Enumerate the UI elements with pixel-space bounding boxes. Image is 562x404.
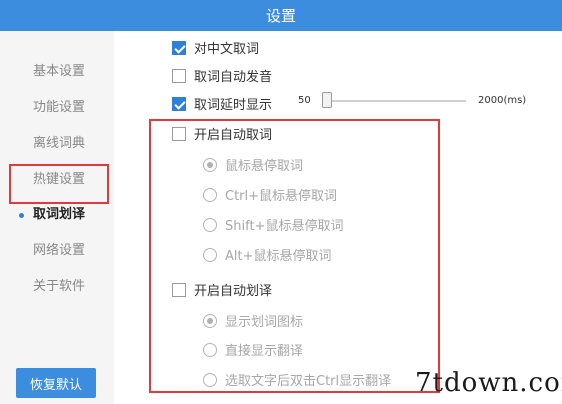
restore-defaults-button[interactable]: 恢复默认 bbox=[16, 368, 96, 398]
delay-slider-thumb[interactable] bbox=[322, 92, 332, 108]
translate-mode-direct-label: 直接显示翻译 bbox=[225, 344, 304, 359]
auto-translate-checkbox[interactable] bbox=[172, 282, 186, 297]
window-title-bar: 设置 bbox=[0, 0, 562, 31]
auto-pronounce-label: 取词自动发音 bbox=[194, 70, 273, 85]
delay-display-checkbox[interactable] bbox=[172, 96, 186, 111]
capture-mode-ctrl-hover[interactable]: Ctrl+鼠标悬停取词 bbox=[203, 185, 337, 204]
auto-translate-label: 开启自动划译 bbox=[194, 284, 273, 299]
delay-display-label: 取词延时显示 bbox=[194, 98, 273, 113]
delay-slider-track[interactable] bbox=[328, 100, 466, 102]
auto-pronounce-option[interactable]: 取词自动发音 bbox=[172, 66, 272, 85]
chinese-capture-checkbox[interactable] bbox=[172, 40, 186, 55]
capture-mode-alt-hover-label: Alt+鼠标悬停取词 bbox=[225, 249, 332, 264]
capture-mode-alt-hover[interactable]: Alt+鼠标悬停取词 bbox=[203, 245, 332, 264]
capture-mode-ctrl-hover-label: Ctrl+鼠标悬停取词 bbox=[225, 189, 338, 204]
translate-mode-icon[interactable]: 显示划词图标 bbox=[203, 311, 303, 330]
translate-mode-double-ctrl-label: 选取文字后双击Ctrl显示翻译 bbox=[225, 374, 392, 389]
sidebar-item-offline-dict[interactable]: 离线词典 bbox=[0, 134, 114, 154]
translate-mode-icon-radio[interactable] bbox=[203, 313, 217, 328]
chinese-capture-option[interactable]: 对中文取词 bbox=[172, 38, 259, 57]
sidebar-item-basic[interactable]: 基本设置 bbox=[0, 62, 114, 82]
capture-mode-hover-label: 鼠标悬停取词 bbox=[225, 159, 304, 174]
auto-pronounce-checkbox[interactable] bbox=[172, 68, 186, 83]
auto-capture-label: 开启自动取词 bbox=[194, 128, 273, 143]
capture-mode-ctrl-hover-radio[interactable] bbox=[203, 187, 217, 202]
capture-mode-shift-hover-radio[interactable] bbox=[203, 217, 217, 232]
site-watermark: 7tdown.com bbox=[415, 368, 562, 398]
settings-sidebar: 基本设置 功能设置 离线词典 热键设置 取词划译 网络设置 关于软件 恢复默认 bbox=[0, 31, 114, 404]
auto-capture-option[interactable]: 开启自动取词 bbox=[172, 124, 272, 143]
translate-mode-double-ctrl[interactable]: 选取文字后双击Ctrl显示翻译 bbox=[203, 370, 391, 389]
active-indicator-dot bbox=[19, 213, 24, 218]
capture-mode-shift-hover[interactable]: Shift+鼠标悬停取词 bbox=[203, 215, 343, 234]
capture-mode-hover-radio[interactable] bbox=[203, 157, 217, 172]
window-title: 设置 bbox=[265, 7, 296, 25]
delay-display-option[interactable]: 取词延时显示 bbox=[172, 94, 272, 113]
auto-translate-option[interactable]: 开启自动划译 bbox=[172, 280, 272, 299]
sidebar-item-about[interactable]: 关于软件 bbox=[0, 277, 114, 297]
translate-mode-direct-radio[interactable] bbox=[203, 342, 217, 357]
translate-mode-icon-label: 显示划词图标 bbox=[225, 315, 304, 330]
delay-slider-min-label: 50 bbox=[298, 95, 311, 106]
sidebar-item-network[interactable]: 网络设置 bbox=[0, 241, 114, 261]
translate-mode-double-ctrl-radio[interactable] bbox=[203, 372, 217, 387]
active-item-highlight-box bbox=[9, 164, 109, 204]
capture-mode-hover[interactable]: 鼠标悬停取词 bbox=[203, 155, 303, 174]
delay-slider-max-label: 2000(ms) bbox=[478, 95, 527, 106]
translate-mode-direct[interactable]: 直接显示翻译 bbox=[203, 340, 303, 359]
chinese-capture-label: 对中文取词 bbox=[194, 42, 260, 57]
capture-mode-shift-hover-label: Shift+鼠标悬停取词 bbox=[225, 219, 344, 234]
capture-mode-alt-hover-radio[interactable] bbox=[203, 247, 217, 262]
auto-capture-checkbox[interactable] bbox=[172, 126, 186, 141]
sidebar-item-label: 取词划译 bbox=[33, 207, 86, 222]
sidebar-item-capture-translate[interactable]: 取词划译 bbox=[0, 205, 114, 225]
sidebar-item-features[interactable]: 功能设置 bbox=[0, 98, 114, 118]
